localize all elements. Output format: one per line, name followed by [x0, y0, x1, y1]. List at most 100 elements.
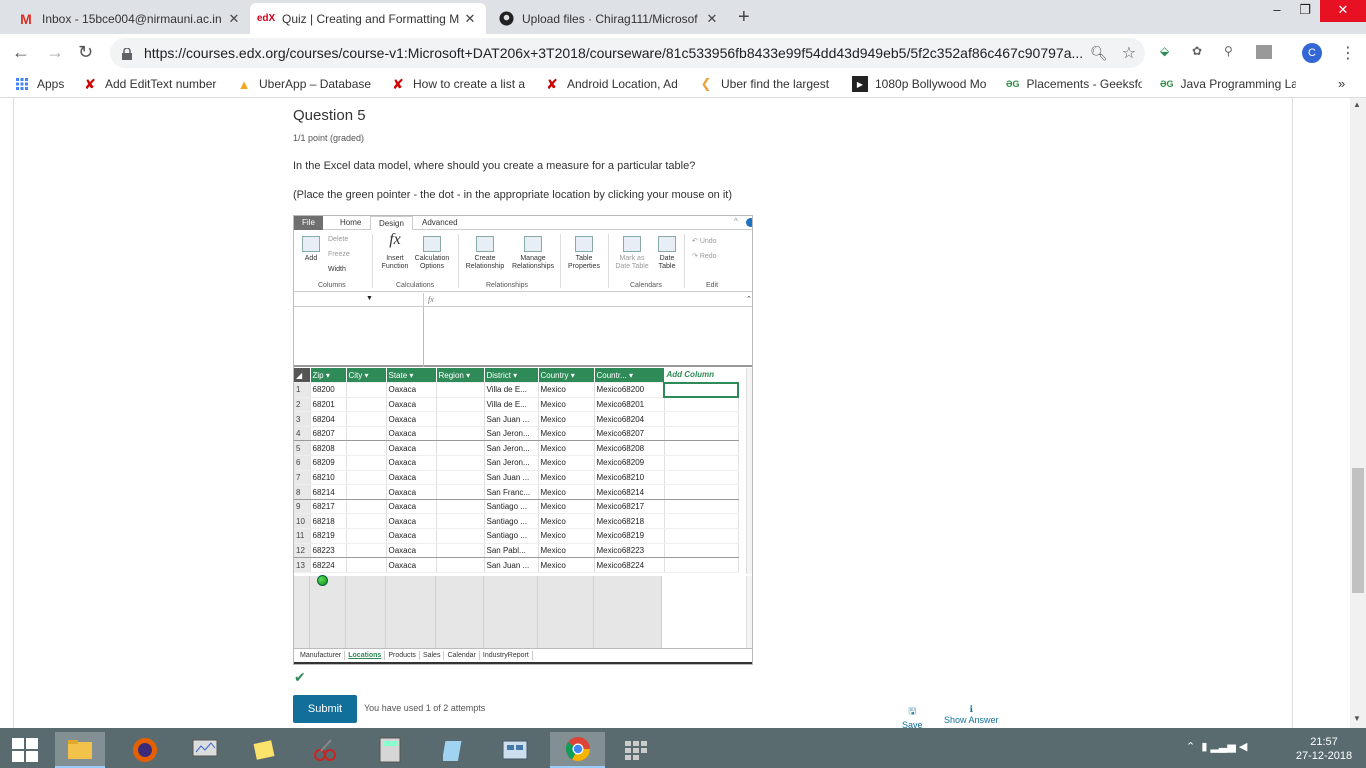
tab-edx-quiz[interactable]: edX Quiz | Creating and Formatting M ✕	[250, 3, 486, 34]
table-cell: Mexico	[538, 484, 595, 500]
table-cell: Mexico	[538, 426, 595, 442]
table-cell: 68200	[310, 382, 347, 398]
back-arrow-icon[interactable]: ←	[12, 42, 30, 63]
content-border	[1292, 98, 1293, 728]
excel-data-model-image[interactable]: File Home Design Advanced ^ Add Delete F…	[293, 215, 753, 665]
maximize-button[interactable]: ❐	[1290, 0, 1320, 22]
bookmark-apps[interactable]: Apps	[14, 76, 64, 92]
tab-title: Quiz | Creating and Formatting M	[282, 11, 460, 26]
bookmark-item[interactable]: ❮ Uber find the largest	[698, 76, 834, 92]
taskbar-app[interactable]	[612, 732, 662, 768]
taskbar-chrome[interactable]	[550, 732, 605, 768]
green-pointer-dot[interactable]	[317, 575, 328, 586]
gmail-icon: M	[20, 10, 32, 27]
submit-button[interactable]: Submit	[293, 695, 357, 723]
leetcode-icon: ❮	[700, 76, 712, 91]
zoom-icon[interactable]: 🔍︎	[1090, 45, 1108, 62]
table-cell: Mexico	[538, 557, 595, 573]
star-icon[interactable]: ☆	[1122, 43, 1136, 63]
table-cell	[346, 513, 387, 530]
taskbar-app[interactable]	[180, 732, 230, 768]
table-cell: Mexico68209	[594, 455, 665, 471]
new-tab-button[interactable]: +	[738, 6, 750, 29]
extension-icon[interactable]: ⬙	[1160, 44, 1169, 58]
table-cell	[436, 499, 485, 515]
table-cell: 68223	[310, 543, 347, 559]
table-cell	[346, 484, 387, 500]
firefox-icon	[133, 738, 157, 762]
add-column-cell	[664, 455, 739, 471]
taskbar-app[interactable]	[430, 732, 480, 768]
bookmark-item[interactable]: ƏG Java Programming La	[1160, 76, 1296, 92]
width-button: Width	[328, 266, 346, 274]
column-header-label: Countr...	[596, 370, 627, 380]
tab-gmail[interactable]: M Inbox - 15bce004@nirmauni.ac.in ✕	[10, 3, 250, 34]
table-row: 9 68217 Oaxaca Santiago ... Mexico Mexico6821…	[294, 499, 739, 515]
page-scrollbar[interactable]: ▲ ▼	[1350, 98, 1366, 728]
table-row: 7 68210 Oaxaca San Juan ... Mexico Mexico6821…	[294, 470, 739, 486]
sheet-tab-manufacturer: Manufacturer	[297, 651, 346, 660]
show-answer-button[interactable]: ℹ Show Answer	[944, 704, 999, 725]
window-close-button[interactable]: ✕	[1320, 0, 1366, 22]
save-button[interactable]: 🖫 Save	[902, 704, 923, 728]
taskbar-app[interactable]	[300, 732, 350, 768]
ribbon-divider	[608, 234, 609, 288]
calc-column	[310, 576, 346, 648]
start-button[interactable]	[0, 732, 50, 768]
table-cell	[436, 557, 485, 573]
scrollbar-thumb[interactable]	[1352, 468, 1364, 593]
bookmark-item[interactable]: ✘ Add EditText number	[82, 76, 222, 92]
table-cell: 68219	[310, 528, 347, 544]
tiles-icon	[625, 741, 647, 760]
bookmark-item[interactable]: ▶ 1080p Bollywood Mo	[852, 76, 988, 92]
taskbar-app[interactable]	[490, 732, 540, 768]
system-tray[interactable]: ⌃ ▮ ▂▃▅ ◀	[1186, 740, 1247, 753]
close-icon[interactable]: ✕	[462, 11, 478, 27]
calculation-area	[294, 576, 746, 648]
address-bar[interactable]: https://courses.edx.org/courses/course-v…	[110, 38, 1145, 68]
close-icon[interactable]: ✕	[226, 11, 242, 27]
dropdown-icon: ▼	[366, 295, 373, 302]
ribbon-group-label: Calculations	[396, 282, 435, 289]
info-icon: ℹ	[969, 704, 973, 714]
scroll-up-icon[interactable]: ▲	[1353, 100, 1361, 109]
extension-icon[interactable]	[1256, 45, 1272, 59]
question-instruction: (Place the green pointer - the dot - in …	[293, 189, 733, 201]
forward-arrow-icon[interactable]: →	[46, 42, 64, 63]
bookmark-item[interactable]: ✘ Android Location, Ad	[544, 76, 684, 92]
button-label: Undo	[699, 238, 717, 245]
ribbon-group-label: Relationships	[486, 282, 529, 289]
taskbar-file-explorer[interactable]	[55, 732, 105, 768]
ribbon-tab-home: Home	[340, 218, 362, 227]
profile-avatar[interactable]: C	[1302, 43, 1322, 63]
corner-cell: ◢	[294, 368, 311, 384]
taskbar-app[interactable]	[240, 732, 290, 768]
more-bookmarks-button[interactable]: »	[1338, 76, 1345, 91]
taskbar-calculator[interactable]	[365, 732, 415, 768]
bookmark-item[interactable]: ✘ How to create a list a	[390, 76, 526, 92]
bookmark-item[interactable]: ƏG Placements - Geeksfo	[1006, 76, 1142, 92]
reload-icon[interactable]: ↻	[78, 42, 93, 63]
minimize-button[interactable]: –	[1262, 0, 1292, 22]
table-cell: 68204	[310, 411, 347, 427]
scroll-down-icon[interactable]: ▼	[1353, 714, 1361, 723]
extension-icon[interactable]: ✿	[1192, 44, 1202, 58]
search-extension-icon[interactable]: ⚲	[1224, 44, 1233, 58]
table-row: 8 68214 Oaxaca San Franc... Mexico Mexico6821…	[294, 484, 739, 500]
table-body: 1 68200 Oaxaca Villa de E... Mexico Mexico682…	[294, 381, 739, 573]
data-table: ◢ Zip ▾ City ▾ State ▾ Region ▾ District…	[294, 368, 739, 573]
calculation-options-button: Calculation Options	[412, 236, 452, 271]
table-cell: Mexico	[538, 382, 595, 398]
taskbar-firefox[interactable]	[120, 732, 170, 768]
table-cell: Mexico68219	[594, 528, 665, 544]
menu-kebab-icon[interactable]: ⋮	[1340, 43, 1356, 63]
taskbar-clock[interactable]: 21:57 27-12-2018	[1288, 735, 1360, 763]
table-cell: Oaxaca	[386, 440, 437, 457]
row-number: 13	[294, 557, 311, 573]
column-header: City ▾	[346, 368, 387, 384]
bookmark-item[interactable]: ▲ UberApp – Database	[236, 76, 372, 92]
tab-github[interactable]: Upload files · Chirag111/Microsof ✕	[490, 3, 728, 34]
delete-button: Delete	[328, 236, 348, 244]
table-cell: San Juan ...	[484, 557, 539, 573]
close-icon[interactable]: ✕	[704, 11, 720, 27]
